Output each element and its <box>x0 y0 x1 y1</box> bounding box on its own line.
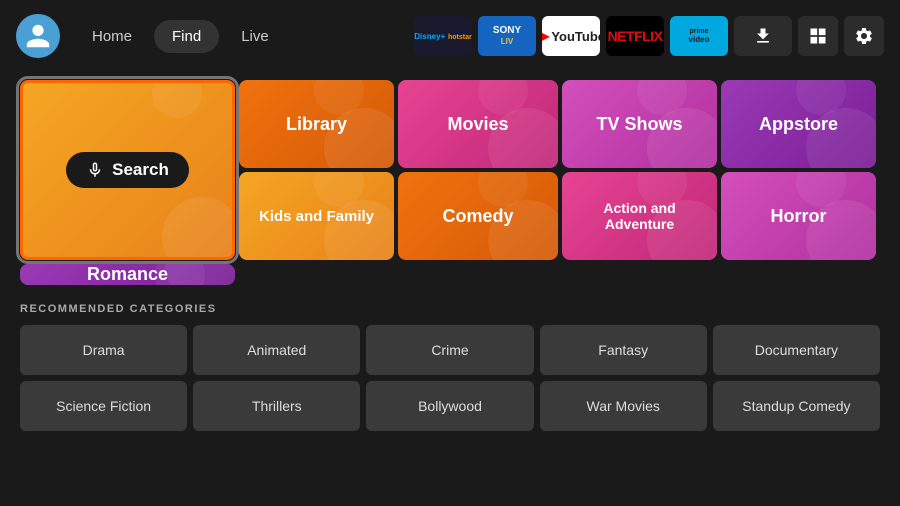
grid-button[interactable] <box>798 16 838 56</box>
downloader-app-icon[interactable] <box>734 16 792 56</box>
rec-standup[interactable]: Standup Comedy <box>713 381 880 431</box>
prime-app-icon[interactable]: prime video <box>670 16 728 56</box>
movies-button[interactable]: Movies <box>398 80 558 168</box>
rec-documentary[interactable]: Documentary <box>713 325 880 375</box>
category-grid: Search Library Movies TV Shows Appstore … <box>20 80 880 285</box>
rec-crime[interactable]: Crime <box>366 325 533 375</box>
action-button[interactable]: Action and Adventure <box>562 172 717 260</box>
rec-scifi[interactable]: Science Fiction <box>20 381 187 431</box>
search-pill[interactable]: Search <box>66 152 189 188</box>
rec-bollywood[interactable]: Bollywood <box>366 381 533 431</box>
nav-home[interactable]: Home <box>74 20 150 53</box>
appstore-button[interactable]: Appstore <box>721 80 876 168</box>
search-label: Search <box>112 160 169 180</box>
netflix-app-icon[interactable]: NETFLIX <box>606 16 664 56</box>
horror-button[interactable]: Horror <box>721 172 876 260</box>
rec-animated[interactable]: Animated <box>193 325 360 375</box>
disney-app-icon[interactable]: Disney+ hotstar <box>414 16 472 56</box>
app-icons: Disney+ hotstar SONY LIV ▶ YouTube NETFL… <box>414 16 884 56</box>
rec-war[interactable]: War Movies <box>540 381 707 431</box>
recommended-title: RECOMMENDED CATEGORIES <box>20 303 880 315</box>
main-content: Search Library Movies TV Shows Appstore … <box>0 72 900 431</box>
rec-drama[interactable]: Drama <box>20 325 187 375</box>
recommended-grid: Drama Animated Crime Fantasy Documentary… <box>20 325 880 431</box>
kids-button[interactable]: Kids and Family <box>239 172 394 260</box>
nav-live[interactable]: Live <box>223 20 287 53</box>
comedy-button[interactable]: Comedy <box>398 172 558 260</box>
sony-app-icon[interactable]: SONY LIV <box>478 16 536 56</box>
nav-items: Home Find Live <box>74 20 287 53</box>
search-button[interactable]: Search <box>20 80 235 260</box>
recommended-section: RECOMMENDED CATEGORIES Drama Animated Cr… <box>20 303 880 431</box>
tvshows-button[interactable]: TV Shows <box>562 80 717 168</box>
library-button[interactable]: Library <box>239 80 394 168</box>
rec-thrillers[interactable]: Thrillers <box>193 381 360 431</box>
nav-find[interactable]: Find <box>154 20 219 53</box>
youtube-app-icon[interactable]: ▶ YouTube <box>542 16 600 56</box>
settings-button[interactable] <box>844 16 884 56</box>
rec-fantasy[interactable]: Fantasy <box>540 325 707 375</box>
romance-button[interactable]: Romance <box>20 264 235 285</box>
avatar[interactable] <box>16 14 60 58</box>
header: Home Find Live Disney+ hotstar SONY LIV … <box>0 0 900 72</box>
